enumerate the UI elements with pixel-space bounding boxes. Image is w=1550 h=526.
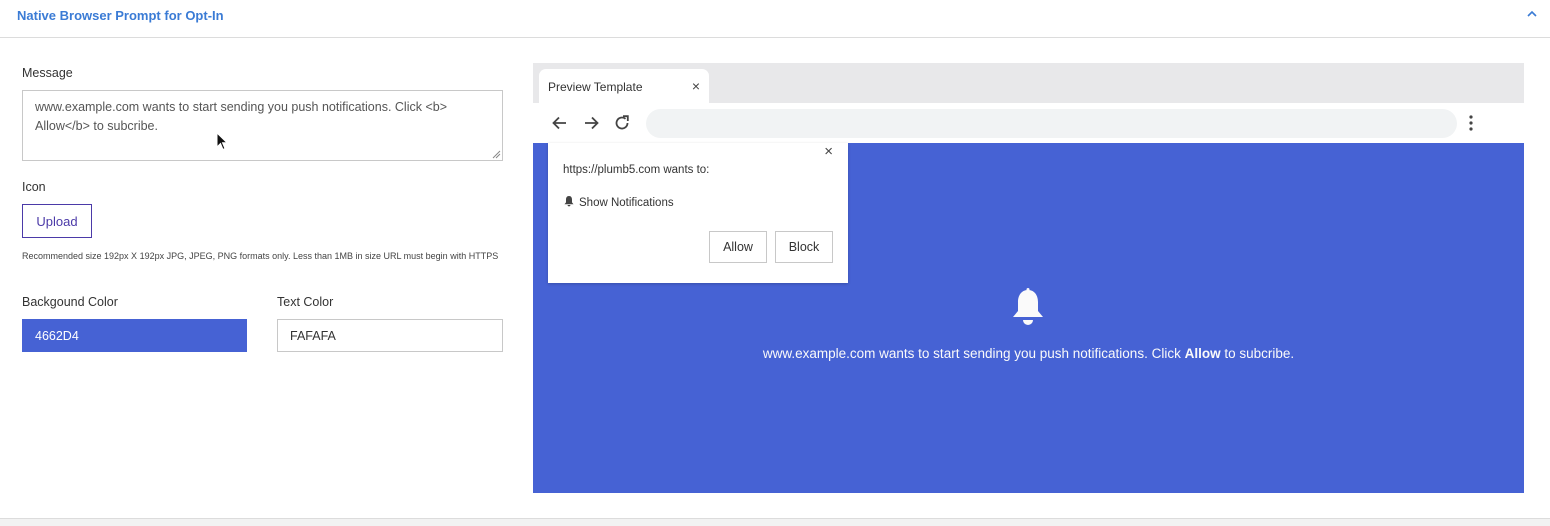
text-color-input[interactable]: FAFAFA <box>277 319 503 352</box>
message-textarea[interactable]: www.example.com wants to start sending y… <box>22 90 503 161</box>
panel-title[interactable]: Native Browser Prompt for Opt-In <box>17 8 224 23</box>
block-button[interactable]: Block <box>775 231 833 263</box>
panel-header[interactable]: Native Browser Prompt for Opt-In <box>0 0 1550 38</box>
icon-label: Icon <box>22 180 46 194</box>
bell-icon <box>564 196 574 207</box>
prompt-origin: https://plumb5.com wants to: <box>563 164 710 176</box>
chevron-up-icon[interactable] <box>1526 8 1538 20</box>
forward-arrow-icon[interactable] <box>581 113 601 133</box>
preview-message-prefix: www.example.com wants to start sending y… <box>762 346 1185 361</box>
preview-message: www.example.com wants to start sending y… <box>533 346 1524 361</box>
reload-icon[interactable] <box>612 113 632 133</box>
back-arrow-icon[interactable] <box>550 113 570 133</box>
opt-in-panel: Native Browser Prompt for Opt-In Message… <box>0 0 1550 526</box>
tab-title: Preview Template <box>548 80 643 94</box>
preview-message-bold: Allow <box>1184 346 1221 361</box>
message-text: www.example.com wants to start sending y… <box>35 100 448 133</box>
prompt-close-icon[interactable]: × <box>824 143 833 160</box>
prompt-permission: Show Notifications <box>579 197 674 209</box>
allow-button[interactable]: Allow <box>709 231 767 263</box>
bg-color-label: Backgound Color <box>22 295 118 309</box>
bell-icon <box>1013 288 1043 325</box>
permission-prompt: × https://plumb5.com wants to: Show Noti… <box>548 143 848 283</box>
browser-tab[interactable]: Preview Template × <box>539 69 709 103</box>
panel-bottom-divider <box>0 518 1550 526</box>
cursor-icon <box>216 132 229 151</box>
preview-message-suffix: to subcribe. <box>1220 346 1295 361</box>
upload-hint: Recommended size 192px X 192px JPG, JPEG… <box>22 251 499 261</box>
upload-button[interactable]: Upload <box>22 204 92 238</box>
text-color-label: Text Color <box>277 295 334 309</box>
message-label: Message <box>22 66 73 80</box>
browser-toolbar <box>533 103 1524 143</box>
browser-tabstrip: Preview Template × <box>533 63 1524 103</box>
tab-close-icon[interactable]: × <box>692 79 700 93</box>
resize-grip-icon[interactable] <box>492 150 501 159</box>
url-bar[interactable] <box>646 109 1457 138</box>
bg-color-input[interactable]: 4662D4 <box>22 319 247 352</box>
kebab-menu-icon[interactable] <box>1469 114 1473 132</box>
preview-template: Preview Template × www.example.com wants… <box>533 63 1524 493</box>
